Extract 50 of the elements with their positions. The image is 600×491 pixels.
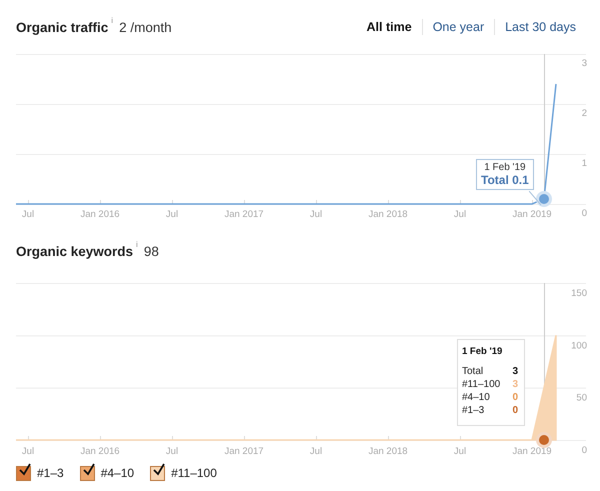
axis-label: 50 <box>576 392 587 404</box>
metric-value: 2 /month <box>119 20 172 34</box>
tooltip-date: 1 Feb '19 <box>483 162 527 173</box>
axis-label: Jul <box>166 209 178 220</box>
axis-label: Jul <box>22 446 34 457</box>
axis-label: Jan 2017 <box>224 446 264 457</box>
time-range-tab[interactable]: Last 30 days <box>505 20 576 34</box>
axis-label: Jan 2019 <box>512 209 552 220</box>
tooltip-value: 0 <box>512 404 518 417</box>
tooltip-total: Total 0.1 <box>481 173 529 187</box>
axis-label: 0 <box>582 445 587 456</box>
time-range-tab[interactable]: One year <box>432 20 484 34</box>
axis-label: 150 <box>571 288 587 299</box>
axis-label: 0 <box>582 208 587 219</box>
axis-label: Jul <box>310 209 322 220</box>
axis-label: Jan 2018 <box>368 209 408 220</box>
section-title: Organic keywords <box>16 244 134 259</box>
tooltip-value: 3 <box>512 365 518 378</box>
axis-label: Jan 2016 <box>80 209 120 220</box>
axis-label: Jul <box>166 446 178 457</box>
hover-dot <box>536 191 552 207</box>
section-title: Organic traffic <box>16 20 108 34</box>
legend-checkbox[interactable]: #11–100 <box>150 466 217 480</box>
axis-label: 3 <box>582 58 587 69</box>
checkmark-icon <box>152 462 166 476</box>
axis-label: Jul <box>310 446 322 457</box>
tooltip-label: #4–10 <box>462 391 490 404</box>
tooltip-value: 0 <box>512 391 518 404</box>
axis-label: 100 <box>571 340 587 352</box>
legend-checkbox[interactable]: #1–3 <box>16 466 64 480</box>
axis-label: Jul <box>454 446 466 457</box>
legend-checkbox[interactable]: #4–10 <box>80 466 134 480</box>
axis-label: Jan 2016 <box>80 446 120 457</box>
time-range-tab[interactable]: All time <box>366 20 412 34</box>
tooltip-date: 1 Feb '19 <box>462 346 504 357</box>
axis-label: Jan 2019 <box>512 446 552 457</box>
axis-label: Jan 2017 <box>224 209 264 220</box>
tooltip-label: #11–100 <box>462 378 500 391</box>
tooltip-label: #1–3 <box>462 404 484 417</box>
axis-label: Jan 2018 <box>368 446 408 457</box>
tooltip-value: 3 <box>512 378 518 391</box>
axis-label: 2 <box>582 108 587 119</box>
axis-label: 1 <box>582 158 587 169</box>
checkmark-icon <box>82 462 96 476</box>
metric-value: 98 <box>144 244 159 259</box>
checkmark-icon <box>18 462 32 476</box>
axis-label: Jul <box>22 209 34 220</box>
hover-dot <box>536 432 552 448</box>
tooltip-label: Total <box>462 365 484 378</box>
axis-label: Jul <box>454 209 466 220</box>
